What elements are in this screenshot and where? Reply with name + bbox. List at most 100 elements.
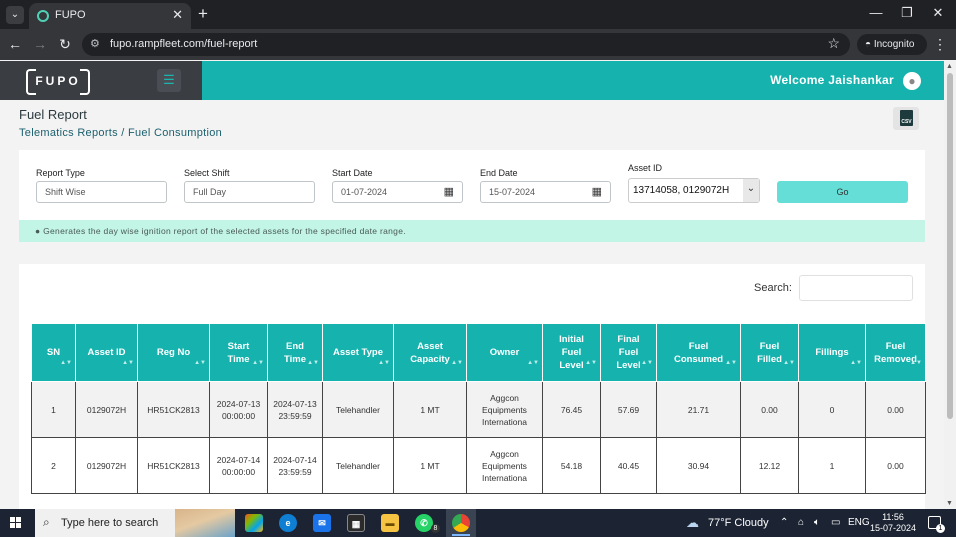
search-input[interactable] bbox=[799, 275, 913, 301]
column-header[interactable]: Initial Fuel Level ▲▼ bbox=[542, 323, 601, 382]
sort-icon: ▲▼ bbox=[451, 360, 463, 366]
sort-icon: ▲▼ bbox=[725, 360, 737, 366]
cell-asset-type: Telehandler bbox=[322, 381, 394, 438]
column-header[interactable]: Asset ID ▲▼ bbox=[75, 323, 138, 382]
cell-asset-type: Telehandler bbox=[322, 437, 394, 494]
notification-center-icon[interactable]: 1 bbox=[928, 516, 945, 533]
scroll-down-icon[interactable]: ▼ bbox=[946, 500, 953, 507]
notification-count: 1 bbox=[936, 524, 945, 533]
scroll-up-icon[interactable]: ▲ bbox=[946, 63, 953, 70]
scroll-thumb[interactable] bbox=[947, 73, 953, 419]
browser-tab[interactable]: FUPO ✕ bbox=[29, 3, 191, 29]
go-button[interactable]: Go bbox=[777, 181, 908, 203]
report-type-input[interactable]: Shift Wise bbox=[36, 181, 167, 203]
start-date-label: Start Date bbox=[332, 168, 373, 178]
cell-fuel-consumed: 21.71 bbox=[656, 381, 741, 438]
end-date-input[interactable]: 15-07-2024 ▦ bbox=[480, 181, 611, 203]
network-icon[interactable]: ⌂ bbox=[798, 517, 804, 528]
cell-start-time: 2024-07-13 00:00:00 bbox=[209, 381, 268, 438]
sidebar-header: FUPO ☰ bbox=[0, 61, 202, 100]
cell-owner: Aggcon Equipments Internationa bbox=[466, 437, 543, 494]
info-icon: ● bbox=[35, 226, 41, 236]
browser-tab-bar: ⌄ FUPO ✕ + — ❐ ✕ bbox=[0, 0, 956, 29]
address-bar[interactable]: ⚙ fupo.rampfleet.com/fuel-report ☆ bbox=[82, 33, 850, 56]
breadcrumb[interactable]: Telematics Reports / Fuel Consumption bbox=[19, 127, 222, 139]
start-date-input[interactable]: 01-07-2024 ▦ bbox=[332, 181, 463, 203]
chevron-up-icon[interactable]: ⌃ bbox=[780, 517, 788, 528]
browser-menu-icon[interactable]: ⋮ bbox=[933, 36, 947, 53]
windows-start-icon[interactable] bbox=[10, 517, 22, 529]
column-header[interactable]: Owner ▲▼ bbox=[466, 323, 543, 382]
sort-icon: ▲▼ bbox=[122, 360, 134, 366]
column-header[interactable]: Fuel Consumed ▲▼ bbox=[656, 323, 741, 382]
bookmark-star-icon[interactable]: ☆ bbox=[827, 35, 840, 52]
site-info-icon[interactable]: ⚙ bbox=[90, 37, 100, 50]
tab-close-icon[interactable]: ✕ bbox=[172, 7, 183, 23]
hamburger-menu-icon[interactable]: ☰ bbox=[157, 69, 181, 92]
minimize-window-button[interactable]: — bbox=[866, 5, 886, 20]
cloud-icon[interactable]: ☁ bbox=[686, 515, 699, 531]
chevron-down-icon[interactable]: ⌄ bbox=[743, 179, 759, 202]
sort-icon: ▲▼ bbox=[378, 360, 390, 366]
cell-fuel-removed: 0.00 bbox=[865, 437, 926, 494]
incognito-indicator[interactable]: ◓ Incognito bbox=[857, 34, 927, 55]
asset-id-select[interactable]: 13714058, 0129072H ⌄ bbox=[628, 178, 760, 203]
url-text[interactable]: fupo.rampfleet.com/fuel-report bbox=[110, 38, 257, 50]
user-avatar-icon[interactable]: ● bbox=[903, 72, 921, 90]
calendar-icon[interactable]: ▦ bbox=[592, 185, 602, 198]
new-tab-button[interactable]: + bbox=[198, 4, 208, 24]
speaker-icon[interactable]: 🔈︎ bbox=[814, 517, 820, 528]
csv-export-button[interactable]: CSV bbox=[893, 107, 919, 130]
cell-start-time: 2024-07-14 00:00:00 bbox=[209, 437, 268, 494]
cell-final-fuel: 57.69 bbox=[600, 381, 657, 438]
cell-final-fuel: 40.45 bbox=[600, 437, 657, 494]
cell-reg-no: HR51CK2813 bbox=[137, 437, 210, 494]
fupo-logo[interactable]: FUPO bbox=[26, 69, 90, 95]
language-indicator[interactable]: ENG bbox=[848, 517, 870, 528]
fuel-report-table: SN ▲▼ Asset ID ▲▼ Reg No ▲▼ Start Time ▲▼ En… bbox=[31, 323, 926, 494]
browser-toolbar: ← → ↻ ⚙ fupo.rampfleet.com/fuel-report ☆… bbox=[0, 29, 956, 60]
cell-owner: Aggcon Equipments Internationa bbox=[466, 381, 543, 438]
page-title: Fuel Report bbox=[19, 107, 87, 122]
copilot-icon[interactable] bbox=[245, 514, 263, 532]
whatsapp-badge: 8 bbox=[431, 524, 440, 533]
mail-icon[interactable]: ✉ bbox=[313, 514, 331, 532]
cell-end-time: 2024-07-13 23:59:59 bbox=[267, 381, 323, 438]
chrome-icon[interactable] bbox=[452, 514, 470, 532]
search-label: Search: bbox=[754, 282, 792, 294]
edge-browser-icon[interactable]: e bbox=[279, 514, 297, 532]
taskbar-clock[interactable]: 11:56 15-07-2024 bbox=[868, 512, 918, 534]
cell-fillings: 1 bbox=[798, 437, 866, 494]
cell-end-time: 2024-07-14 23:59:59 bbox=[267, 437, 323, 494]
cell-asset-id: 0129072H bbox=[75, 381, 138, 438]
table-row: 1 0129072H HR51CK2813 2024-07-13 00:00:0… bbox=[31, 381, 926, 438]
column-header[interactable]: Asset Type ▲▼ bbox=[322, 323, 394, 382]
column-header[interactable]: Asset Capacity ▲▼ bbox=[393, 323, 467, 382]
cell-asset-id: 0129072H bbox=[75, 437, 138, 494]
battery-icon[interactable]: ▭ bbox=[831, 517, 840, 528]
forward-icon[interactable]: → bbox=[31, 36, 49, 52]
column-header[interactable]: End Time ▲▼ bbox=[267, 323, 323, 382]
restore-window-button[interactable]: ❐ bbox=[897, 5, 917, 21]
column-header[interactable]: Fuel Filled ▲▼ bbox=[740, 323, 799, 382]
column-header[interactable]: Final Fuel Level ▲▼ bbox=[600, 323, 657, 382]
weather-text[interactable]: 77°F Cloudy bbox=[708, 517, 769, 529]
column-header[interactable]: Fillings ▲▼ bbox=[798, 323, 866, 382]
close-window-button[interactable]: ✕ bbox=[928, 5, 948, 21]
calendar-icon[interactable]: ▦ bbox=[444, 185, 454, 198]
select-shift-input[interactable]: Full Day bbox=[184, 181, 315, 203]
asset-id-label: Asset ID bbox=[628, 163, 663, 173]
back-icon[interactable]: ← bbox=[6, 36, 24, 52]
file-explorer-icon[interactable]: ▬ bbox=[381, 514, 399, 532]
column-header[interactable]: Reg No ▲▼ bbox=[137, 323, 210, 382]
main-content: Fuel Report Telematics Reports / Fuel Co… bbox=[0, 100, 944, 509]
cell-fuel-removed: 0.00 bbox=[865, 381, 926, 438]
column-header[interactable]: SN ▲▼ bbox=[31, 323, 76, 382]
page-scrollbar[interactable]: ▲ ▼ bbox=[944, 61, 956, 509]
reload-icon[interactable]: ↻ bbox=[56, 36, 74, 53]
taskbar-search-box[interactable]: ⌕ Type here to search bbox=[35, 509, 235, 537]
microsoft-store-icon[interactable]: ▦ bbox=[347, 514, 365, 532]
column-header[interactable]: Fuel Removed ▲▼ bbox=[865, 323, 926, 382]
column-header[interactable]: Start Time ▲▼ bbox=[209, 323, 268, 382]
tab-search-button[interactable]: ⌄ bbox=[6, 6, 24, 24]
